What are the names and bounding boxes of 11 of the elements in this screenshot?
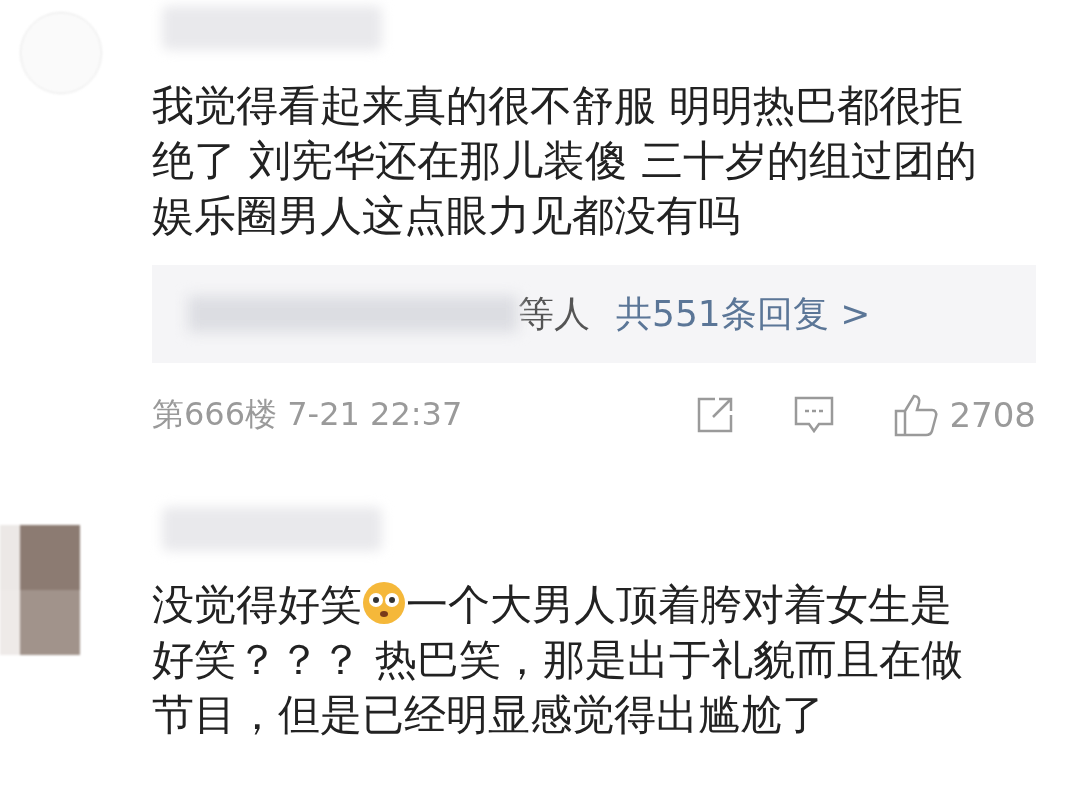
comment-button[interactable] (793, 395, 836, 435)
comment-text: 我觉得看起来真的很不舒服 明明热巴都很拒 绝了 刘宪华还在那儿装傻 三十岁的组过团的 娱乐圈男人这点眼力见都没有吗 (152, 80, 978, 242)
avatar[interactable] (0, 525, 80, 655)
thumbs-up-icon (893, 393, 940, 437)
repliers-suffix: 等人 (518, 291, 590, 336)
comment-icon (793, 395, 836, 435)
replies-link[interactable]: 共551条回复 > (616, 289, 871, 339)
like-button[interactable]: 2708 (893, 393, 1036, 437)
floor-time: 第666楼 7-21 22:37 (152, 394, 464, 435)
comment-text: 没觉得好笑 一个大男人顶着胯对着女生是 好笑？？？ 热巴笑，那是出于礼貌而且在做 节目，但是已经明显感觉得出尴尬了 (152, 579, 965, 741)
flushed-emoji-icon (362, 581, 406, 625)
